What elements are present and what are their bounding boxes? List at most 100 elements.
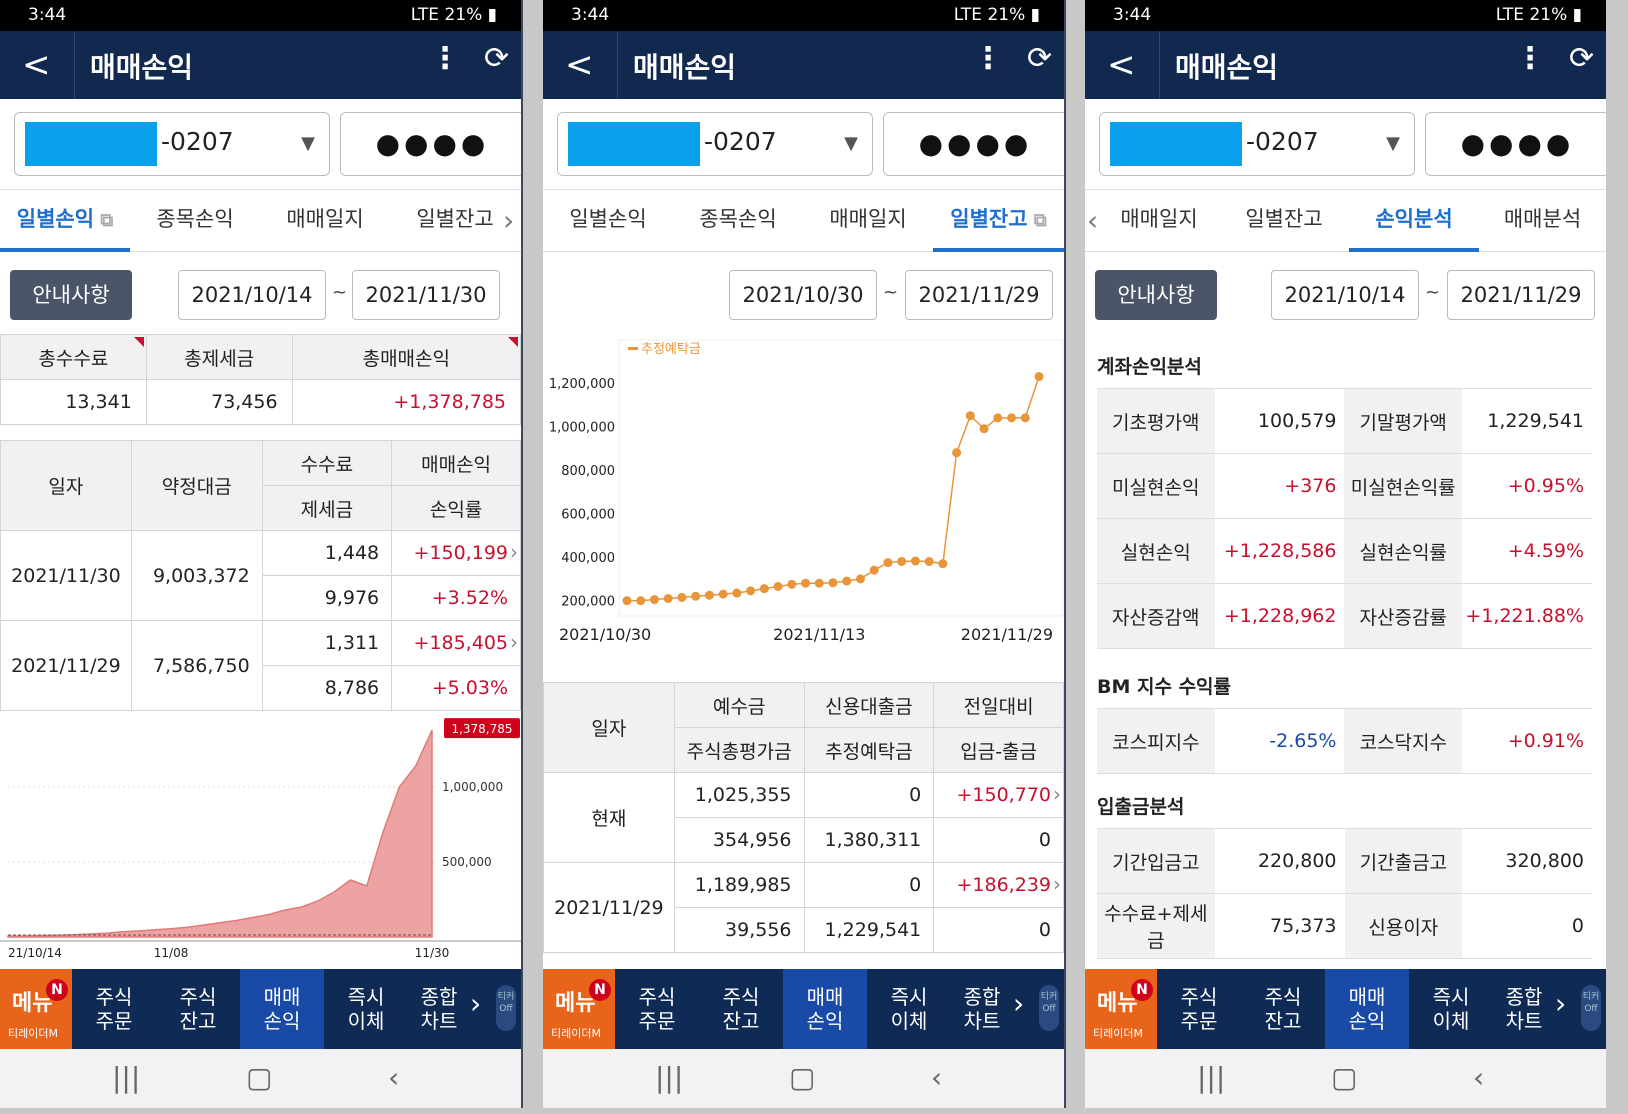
account-select[interactable]: -0207 ▼ (1099, 112, 1415, 176)
plot-area (618, 339, 1064, 617)
account-number-mask (1110, 122, 1242, 166)
date-to[interactable]: 2021/11/30 (352, 270, 500, 320)
data-point (787, 579, 797, 589)
page-title: 매매손익 (1175, 51, 1279, 84)
deposit-withdraw-table: 기간입금고 220,800 기간출금고 320,800 수수료+제세금 75,373 신용… (1097, 828, 1592, 959)
recents-icon[interactable]: ||| (1197, 1061, 1225, 1094)
back-icon[interactable]: < (22, 45, 51, 85)
nav-chart[interactable]: 종합 차트 (951, 969, 1013, 1049)
nav-chart[interactable]: 종합 차트 (1493, 969, 1555, 1049)
ticker-toggle[interactable]: 티커 Off (496, 985, 516, 1031)
nav-stock-balance[interactable]: 주식 잔고 (156, 969, 240, 1049)
back-icon[interactable]: < (1107, 45, 1136, 85)
page-title: 매매손익 (633, 51, 737, 84)
password-field[interactable]: ●●●● (883, 112, 1064, 176)
ticker-toggle[interactable]: 티커 Off (1581, 985, 1601, 1031)
value-total-pl: +1,378,785 (291, 379, 521, 425)
account-suffix: -0207 (161, 127, 234, 156)
back-icon[interactable]: < (565, 45, 594, 85)
menu-button[interactable]: 메뉴 N 티레이더M (0, 969, 72, 1049)
chevron-right-icon[interactable]: › (1555, 987, 1566, 1020)
home-icon[interactable]: ▢ (246, 1061, 272, 1094)
chevron-left-icon[interactable]: ‹ (1087, 204, 1098, 237)
nav-trade-pl[interactable]: 매매 손익 (240, 969, 324, 1049)
tab-daily-pl[interactable]: 일별손익 ⧉ (0, 190, 130, 252)
menu-button[interactable]: 메뉴 N 티레이더M (543, 969, 615, 1049)
nav-trade-pl[interactable]: 매매 손익 (783, 969, 867, 1049)
estimated-deposit-chart: 200,000 400,000 600,000 800,000 1,000,000 1,2… (543, 330, 1064, 682)
menu-button[interactable]: 메뉴 N 티레이더M (1085, 969, 1157, 1049)
tab-daily-balance[interactable]: 일별잔고 (390, 190, 520, 252)
nav-stock-balance[interactable]: 주식 잔고 (1241, 969, 1325, 1049)
recents-icon[interactable]: ||| (112, 1061, 140, 1094)
back-nav-icon[interactable]: ‹ (931, 1061, 942, 1094)
tab-trade-journal[interactable]: 매매일지 (803, 190, 933, 252)
tab-stock-pl[interactable]: 종목손익 (673, 190, 803, 252)
refresh-icon[interactable]: ⟳ (484, 41, 509, 76)
chevron-right-icon[interactable]: › (503, 204, 514, 237)
refresh-icon[interactable]: ⟳ (1027, 41, 1052, 76)
value-total-fee: 13,341 (0, 379, 147, 425)
date-from[interactable]: 2021/10/14 (1271, 270, 1419, 320)
back-nav-icon[interactable]: ‹ (388, 1061, 399, 1094)
copy-icon: ⧉ (1027, 210, 1047, 231)
phone-screen-daily-pl: 3:44 LTE 21% ▮ < 매매손익 ⋮ ⟳ -0207 ▼ ●●●● 일… (0, 0, 521, 1108)
nav-stock-order[interactable]: 주식 주문 (72, 969, 156, 1049)
nav-stock-order[interactable]: 주식 주문 (615, 969, 699, 1049)
date-to[interactable]: 2021/11/29 (1447, 270, 1595, 320)
account-select[interactable]: -0207 ▼ (14, 112, 330, 176)
more-icon[interactable]: ⋮ (1515, 41, 1545, 76)
x-tick-label: 2021/11/29 (961, 625, 1053, 644)
status-time: 3:44 (28, 5, 67, 25)
date-from[interactable]: 2021/10/30 (729, 270, 877, 320)
tab-pl-analysis[interactable]: 손익분석 (1349, 190, 1479, 252)
chevron-right-icon: › (510, 630, 518, 654)
table-row[interactable]: 2021/11/29 1,189,985 0 +186,239 › (543, 862, 1064, 953)
chevron-down-icon: ▼ (844, 133, 858, 154)
notice-button[interactable]: 안내사항 (1095, 270, 1217, 320)
ticker-toggle[interactable]: 티커 Off (1039, 985, 1059, 1031)
header-tax: 제세금 (261, 485, 393, 531)
nav-chart[interactable]: 종합 차트 (408, 969, 470, 1049)
tab-daily-pl[interactable]: 일별손익 (543, 190, 673, 252)
section-bm-index: BM 지수 수익률 (1097, 676, 1232, 698)
date-from[interactable]: 2021/10/14 (178, 270, 326, 320)
data-point (842, 576, 852, 586)
more-icon[interactable]: ⋮ (430, 41, 460, 76)
chevron-right-icon[interactable]: › (470, 987, 481, 1020)
date-to[interactable]: 2021/11/29 (905, 270, 1053, 320)
tab-daily-balance[interactable]: 일별잔고 ⧉ (933, 190, 1064, 252)
data-point (649, 595, 659, 605)
table-row[interactable]: 2021/11/30 9,003,372 1,448 +150,199 › (0, 530, 521, 621)
tab-stock-pl[interactable]: 종목손익 (130, 190, 260, 252)
tab-trade-analysis[interactable]: 매매분석 (1479, 190, 1606, 252)
tab-trade-journal[interactable]: 매매일지 (260, 190, 390, 252)
table-row[interactable]: 2021/11/29 7,586,750 1,311 +185,405 › (0, 620, 521, 711)
refresh-icon[interactable]: ⟳ (1569, 41, 1594, 76)
account-select[interactable]: -0207 ▼ (557, 112, 873, 176)
home-icon[interactable]: ▢ (1331, 1061, 1357, 1094)
data-point (924, 556, 934, 566)
nav-stock-balance[interactable]: 주식 잔고 (699, 969, 783, 1049)
tab-daily-balance[interactable]: 일별잔고 (1219, 190, 1349, 252)
recents-icon[interactable]: ||| (655, 1061, 683, 1094)
notice-button[interactable]: 안내사항 (10, 270, 132, 320)
password-field[interactable]: ●●●● (1425, 112, 1606, 176)
nav-transfer[interactable]: 즉시 이체 (324, 969, 408, 1049)
more-icon[interactable]: ⋮ (973, 41, 1003, 76)
nav-transfer[interactable]: 즉시 이체 (1409, 969, 1493, 1049)
app-bar: < 매매손익 ⋮ ⟳ (543, 31, 1064, 99)
tab-bar: 일별손익 종목손익 매매일지 일별잔고 ⧉ (543, 190, 1064, 252)
nav-transfer[interactable]: 즉시 이체 (867, 969, 951, 1049)
header-pl: 매매손익 (391, 440, 521, 486)
nav-stock-order[interactable]: 주식 주문 (1157, 969, 1241, 1049)
back-nav-icon[interactable]: ‹ (1473, 1061, 1484, 1094)
table-row[interactable]: 현재 1,025,355 0 +150,770 › (543, 772, 1064, 863)
system-nav: ||| ▢ ‹ (0, 1049, 521, 1108)
tab-trade-journal[interactable]: 매매일지 (1099, 190, 1219, 252)
chevron-right-icon[interactable]: › (1013, 987, 1024, 1020)
nav-trade-pl[interactable]: 매매 손익 (1325, 969, 1409, 1049)
home-icon[interactable]: ▢ (789, 1061, 815, 1094)
chevron-right-icon: › (510, 540, 518, 564)
password-field[interactable]: ●●●● (340, 112, 521, 176)
